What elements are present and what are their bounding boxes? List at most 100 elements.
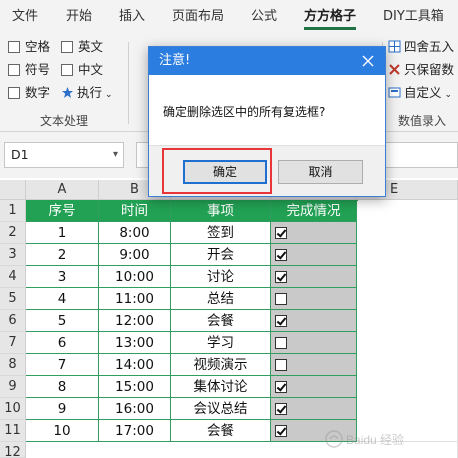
- checked-checkbox-icon[interactable]: [275, 227, 287, 239]
- custom-icon: [388, 87, 401, 98]
- cell-done[interactable]: [271, 332, 357, 354]
- cell-done[interactable]: [271, 222, 357, 244]
- row-header[interactable]: 8: [0, 354, 26, 376]
- cell-time[interactable]: 12:00: [99, 310, 171, 332]
- cell-done[interactable]: [271, 376, 357, 398]
- checkbox-icon[interactable]: [8, 87, 20, 99]
- cell-item[interactable]: 会议总结: [171, 398, 271, 420]
- cell-time[interactable]: 8:00: [99, 222, 171, 244]
- star-icon: [62, 87, 73, 98]
- unchecked-checkbox-icon[interactable]: [275, 337, 287, 349]
- cell-time[interactable]: 16:00: [99, 398, 171, 420]
- cell-no[interactable]: 2: [26, 244, 99, 266]
- row-header[interactable]: 6: [0, 310, 26, 332]
- row-header[interactable]: 1: [0, 200, 26, 222]
- select-all-corner[interactable]: [0, 180, 26, 200]
- cell-time[interactable]: 11:00: [99, 288, 171, 310]
- cell-no[interactable]: 3: [26, 266, 99, 288]
- checked-checkbox-icon[interactable]: [275, 425, 287, 437]
- execute-button[interactable]: 执行 ⌄: [61, 83, 113, 103]
- cell-done[interactable]: [271, 398, 357, 420]
- checkbox-icon[interactable]: [8, 64, 20, 76]
- cell-no[interactable]: 7: [26, 354, 99, 376]
- unchecked-checkbox-icon[interactable]: [275, 359, 287, 371]
- round-button[interactable]: 四舍五入: [388, 37, 454, 57]
- cell-item[interactable]: 学习: [171, 332, 271, 354]
- checked-checkbox-icon[interactable]: [275, 381, 287, 393]
- tab-page-layout[interactable]: 页面布局: [172, 0, 224, 34]
- cell-no[interactable]: 5: [26, 310, 99, 332]
- checkbox-icon[interactable]: [8, 41, 20, 53]
- cell-item[interactable]: 签到: [171, 222, 271, 244]
- cell-done[interactable]: [271, 244, 357, 266]
- tab-formulas[interactable]: 公式: [251, 0, 277, 34]
- row-header[interactable]: 4: [0, 266, 26, 288]
- cell-item[interactable]: 总结: [171, 288, 271, 310]
- cell-no[interactable]: 10: [26, 420, 99, 442]
- checked-checkbox-icon[interactable]: [275, 315, 287, 327]
- checked-checkbox-icon[interactable]: [275, 271, 287, 283]
- cell-time[interactable]: 10:00: [99, 266, 171, 288]
- header-cell-item[interactable]: 事项: [171, 200, 271, 222]
- chevron-down-icon: ⌄: [105, 90, 113, 100]
- row-header[interactable]: 2: [0, 222, 26, 244]
- unchecked-checkbox-icon[interactable]: [275, 293, 287, 305]
- row-header[interactable]: 9: [0, 376, 26, 398]
- cell-item[interactable]: 集体讨论: [171, 376, 271, 398]
- keep-numbers-button[interactable]: 只保留数: [388, 60, 454, 80]
- option-symbol[interactable]: 符号: [8, 60, 50, 80]
- checkbox-icon[interactable]: [61, 64, 73, 76]
- option-chinese[interactable]: 中文: [61, 60, 103, 80]
- keep-numbers-label: 只保留数: [404, 62, 455, 77]
- header-cell-no[interactable]: 序号: [26, 200, 99, 222]
- option-english[interactable]: 英文: [61, 37, 103, 57]
- header-cell-time[interactable]: 时间: [99, 200, 171, 222]
- custom-button[interactable]: 自定义 ⌄: [388, 83, 452, 103]
- close-icon[interactable]: [359, 52, 377, 70]
- row-header[interactable]: 11: [0, 420, 26, 442]
- cell-time[interactable]: 14:00: [99, 354, 171, 376]
- name-box-value: D1: [11, 147, 29, 162]
- name-box[interactable]: D1 ▾: [4, 142, 124, 168]
- cell-item[interactable]: 会餐: [171, 420, 271, 442]
- row-header[interactable]: 12: [0, 442, 26, 458]
- header-cell-done[interactable]: 完成情况: [271, 200, 357, 222]
- cell-time[interactable]: 17:00: [99, 420, 171, 442]
- chevron-down-icon[interactable]: ▾: [113, 143, 118, 167]
- cell-item[interactable]: 开会: [171, 244, 271, 266]
- cell-no[interactable]: 4: [26, 288, 99, 310]
- row-header[interactable]: 7: [0, 332, 26, 354]
- cell-done[interactable]: [271, 354, 357, 376]
- checked-checkbox-icon[interactable]: [275, 403, 287, 415]
- cell-done[interactable]: [271, 266, 357, 288]
- cell-no[interactable]: 9: [26, 398, 99, 420]
- cell-done[interactable]: [271, 288, 357, 310]
- cell-no[interactable]: 8: [26, 376, 99, 398]
- cell-time[interactable]: 9:00: [99, 244, 171, 266]
- cell-no[interactable]: 1: [26, 222, 99, 244]
- row-header[interactable]: 3: [0, 244, 26, 266]
- cell-item[interactable]: 讨论: [171, 266, 271, 288]
- checked-checkbox-icon[interactable]: [275, 249, 287, 261]
- checkbox-icon[interactable]: [61, 41, 73, 53]
- cell-item[interactable]: 会餐: [171, 310, 271, 332]
- tab-home[interactable]: 开始: [66, 0, 92, 34]
- cell-time[interactable]: 13:00: [99, 332, 171, 354]
- cancel-button[interactable]: 取消: [278, 160, 363, 184]
- dialog-message: 确定删除选区中的所有复选框?: [163, 105, 326, 119]
- grid-icon: [388, 40, 401, 53]
- column-header-a[interactable]: A: [26, 180, 99, 200]
- option-space[interactable]: 空格: [8, 37, 50, 57]
- tab-diy-toolbox[interactable]: DIY工具箱: [383, 0, 444, 34]
- option-chinese-label: 中文: [78, 62, 104, 77]
- row-header[interactable]: 5: [0, 288, 26, 310]
- cell-no[interactable]: 6: [26, 332, 99, 354]
- option-number[interactable]: 数字: [8, 83, 50, 103]
- tab-fangfanggezi[interactable]: 方方格子: [304, 0, 357, 34]
- cell-item[interactable]: 视频演示: [171, 354, 271, 376]
- row-header[interactable]: 10: [0, 398, 26, 420]
- cell-time[interactable]: 15:00: [99, 376, 171, 398]
- tab-insert[interactable]: 插入: [119, 0, 145, 34]
- tab-file[interactable]: 文件: [12, 0, 38, 34]
- cell-done[interactable]: [271, 310, 357, 332]
